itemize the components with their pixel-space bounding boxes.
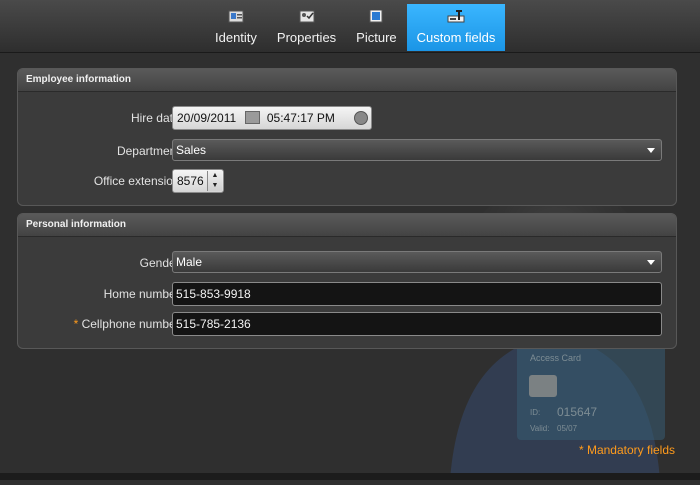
tab-strip: Identity Properties Picture Custom field… xyxy=(205,4,506,51)
hire-date-value: 20/09/2011 xyxy=(177,111,237,125)
mandatory-star: * xyxy=(73,317,79,331)
hire-date-row: Hire date: 20/09/2011 05:47:17 PM xyxy=(18,106,676,130)
department-dropdown[interactable]: Sales xyxy=(172,139,662,161)
calendar-icon[interactable] xyxy=(244,111,260,124)
cellphone-number-value: 515-785-2136 xyxy=(176,317,251,331)
properties-icon xyxy=(299,10,315,23)
tab-picture[interactable]: Picture xyxy=(346,4,406,51)
office-extension-value: 8576 xyxy=(177,174,204,188)
department-row: Department: Sales xyxy=(18,139,676,163)
card-title: Access Card xyxy=(530,353,582,363)
spinner-up-icon[interactable]: ▲ xyxy=(208,171,222,181)
chevron-down-icon xyxy=(647,260,655,265)
tab-custom-fields[interactable]: Custom fields xyxy=(406,4,506,51)
tab-label: Identity xyxy=(215,30,257,45)
cellphone-label-text: Cellphone number: xyxy=(81,317,183,331)
identity-icon xyxy=(228,10,244,23)
gender-row: Gender: Male xyxy=(18,251,676,275)
cellphone-number-input[interactable]: 515-785-2136 xyxy=(172,312,662,336)
tab-label: Picture xyxy=(356,30,397,45)
mandatory-fields-note: * Mandatory fields xyxy=(578,443,675,457)
card-valid: 05/07 xyxy=(557,424,578,433)
access-card: Access Card ID: 015647 Valid: 05/07 xyxy=(517,345,665,440)
tab-label: Custom fields xyxy=(416,30,496,45)
cellphone-number-label: * Cellphone number: xyxy=(74,312,183,336)
cellphone-number-row: * Cellphone number: 515-785-2136 xyxy=(18,312,676,336)
spinner-buttons[interactable]: ▲ ▼ xyxy=(207,171,222,191)
employee-information-group: Employee information Hire date: 20/09/20… xyxy=(17,68,677,206)
tab-properties[interactable]: Properties xyxy=(267,4,346,51)
department-value: Sales xyxy=(176,143,207,157)
picture-icon xyxy=(369,10,383,23)
card-id: 015647 xyxy=(557,405,598,419)
clock-icon[interactable] xyxy=(354,111,368,125)
office-extension-row: Office extension: 8576 ▲ ▼ xyxy=(18,169,676,193)
gender-value: Male xyxy=(176,255,203,269)
office-extension-stepper[interactable]: 8576 ▲ ▼ xyxy=(172,169,224,193)
card-valid-label: Valid: xyxy=(530,424,550,433)
custom-fields-icon xyxy=(447,10,465,23)
chevron-down-icon xyxy=(647,148,655,153)
tab-bar: Identity Properties Picture Custom field… xyxy=(0,0,700,53)
tab-label: Properties xyxy=(276,30,337,45)
chip-icon xyxy=(529,375,557,397)
tab-identity[interactable]: Identity xyxy=(205,4,267,51)
home-number-value: 515-853-9918 xyxy=(176,287,251,301)
office-extension-label: Office extension: xyxy=(93,174,183,188)
gender-dropdown[interactable]: Male xyxy=(172,251,662,273)
home-number-row: Home number: 515-853-9918 xyxy=(18,282,676,306)
bottom-bar xyxy=(0,473,700,480)
card-id-label: ID: xyxy=(530,408,541,417)
hire-date-field[interactable]: 20/09/2011 05:47:17 PM xyxy=(172,106,372,130)
spinner-down-icon[interactable]: ▼ xyxy=(208,181,222,191)
hire-time-value: 05:47:17 PM xyxy=(266,111,335,125)
personal-information-group: Personal information Gender: Male Home n… xyxy=(17,213,677,349)
group-title: Employee information xyxy=(18,69,676,92)
home-number-input[interactable]: 515-853-9918 xyxy=(172,282,662,306)
group-title: Personal information xyxy=(18,214,676,237)
